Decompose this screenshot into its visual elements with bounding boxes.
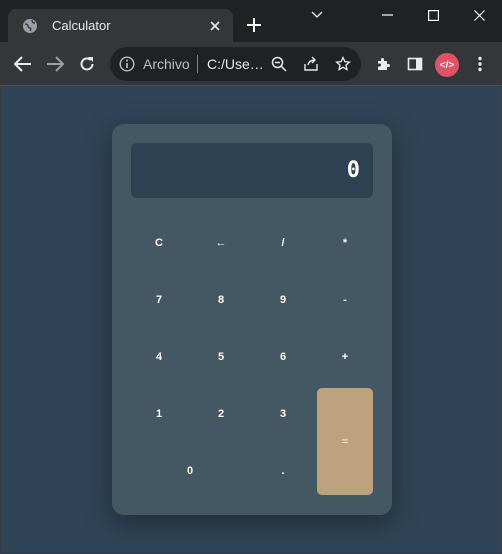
key-0[interactable]: 0 — [131, 446, 249, 496]
calculator: 0 C ← / * 7 8 9 - 4 5 6 + 1 2 3 = 0 . — [112, 124, 392, 515]
browser-toolbar: Archivo C:/Use… </> — [0, 42, 502, 86]
url-text[interactable]: C:/Use… — [207, 56, 264, 72]
tab-title: Calculator — [52, 18, 111, 33]
page-viewport: 0 C ← / * 7 8 9 - 4 5 6 + 1 2 3 = 0 . — [0, 86, 502, 554]
reload-icon[interactable] — [75, 52, 99, 76]
zoom-out-icon[interactable] — [271, 56, 287, 72]
key-6[interactable]: 6 — [255, 332, 311, 382]
key-plus[interactable]: + — [317, 332, 373, 382]
key-5[interactable]: 5 — [193, 332, 249, 382]
profile-avatar[interactable]: </> — [435, 53, 459, 77]
back-arrow-icon[interactable] — [11, 52, 35, 76]
key-minus[interactable]: - — [317, 275, 373, 325]
tab-search-chevron-down-icon[interactable] — [302, 0, 332, 30]
info-icon[interactable] — [119, 56, 135, 72]
tab-strip: Calculator — [0, 0, 502, 42]
key-divide[interactable]: / — [255, 218, 311, 268]
omnibox-divider — [197, 55, 198, 73]
key-1[interactable]: 1 — [131, 389, 187, 439]
key-multiply[interactable]: * — [317, 218, 373, 268]
minimize-icon[interactable] — [364, 0, 410, 30]
key-4[interactable]: 4 — [131, 332, 187, 382]
tab-calculator[interactable]: Calculator — [8, 9, 233, 42]
calculator-display: 0 — [131, 143, 373, 198]
share-icon[interactable] — [303, 56, 319, 72]
key-7[interactable]: 7 — [131, 275, 187, 325]
window-close-icon[interactable] — [456, 0, 502, 30]
key-2[interactable]: 2 — [193, 389, 249, 439]
maximize-icon[interactable] — [410, 0, 456, 30]
address-bar[interactable]: Archivo C:/Use… — [110, 47, 361, 81]
extensions-puzzle-icon[interactable] — [371, 52, 395, 76]
key-clear[interactable]: C — [131, 218, 187, 268]
new-tab-button[interactable] — [244, 15, 264, 35]
kebab-menu-icon[interactable] — [468, 52, 492, 76]
key-decimal[interactable]: . — [255, 446, 311, 496]
globe-icon — [22, 18, 38, 34]
key-9[interactable]: 9 — [255, 275, 311, 325]
side-panel-icon[interactable] — [403, 52, 427, 76]
forward-arrow-icon[interactable] — [43, 52, 67, 76]
window-controls — [302, 0, 502, 30]
bookmark-star-icon[interactable] — [335, 56, 351, 72]
key-3[interactable]: 3 — [255, 389, 311, 439]
tab-close-icon[interactable] — [207, 18, 223, 34]
key-backspace[interactable]: ← — [193, 218, 249, 268]
site-info-chip[interactable]: Archivo — [143, 56, 190, 72]
key-equals[interactable]: = — [317, 388, 373, 495]
key-8[interactable]: 8 — [193, 275, 249, 325]
